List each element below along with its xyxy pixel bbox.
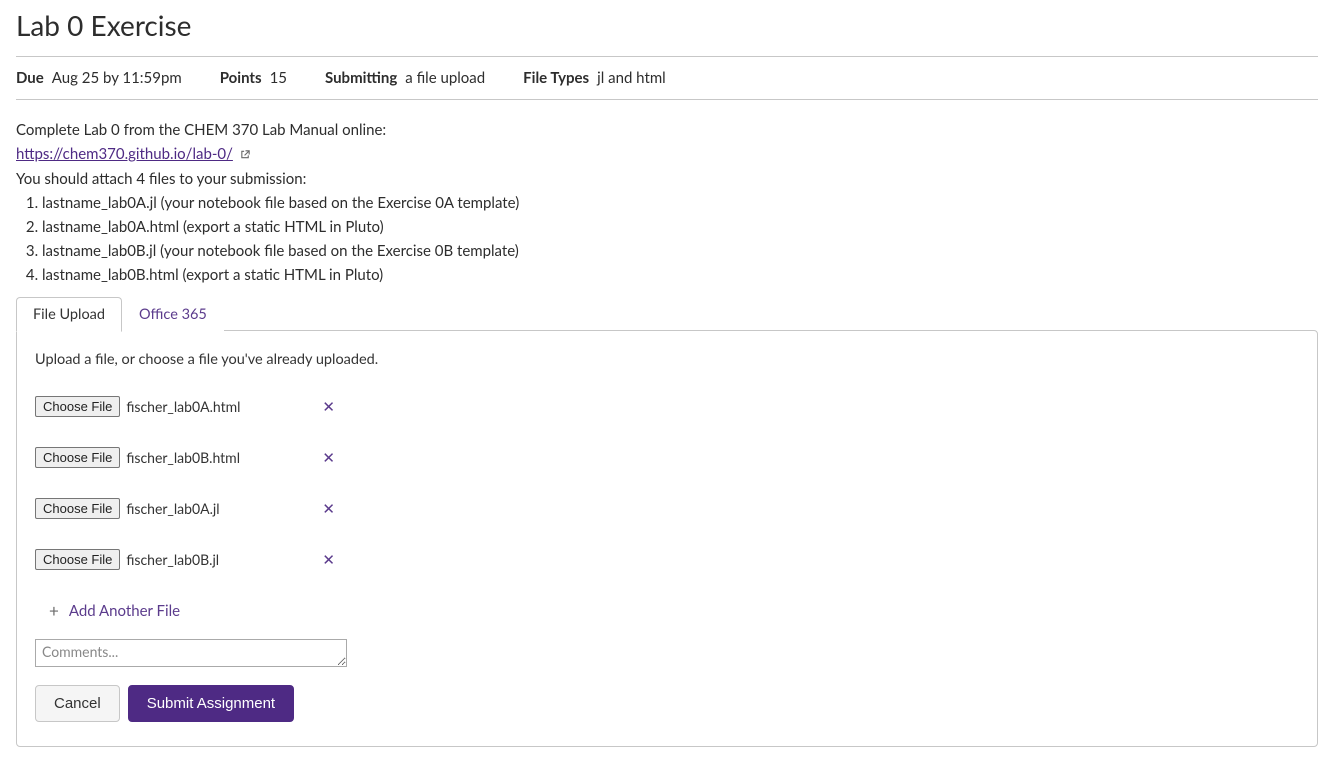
file-row: Choose File fischer_lab0B.jl ✕ <box>35 549 1299 570</box>
remove-file-icon[interactable]: ✕ <box>316 551 341 569</box>
choose-file-button[interactable]: Choose File <box>35 396 120 417</box>
choose-file-button[interactable]: Choose File <box>35 549 120 570</box>
list-item: lastname_lab0B.jl (your notebook file ba… <box>42 239 1318 263</box>
file-name: fischer_lab0B.html <box>126 449 306 466</box>
list-item: lastname_lab0A.jl (your notebook file ba… <box>42 191 1318 215</box>
assignment-meta: Due Aug 25 by 11:59pm Points 15 Submitting… <box>16 57 1318 99</box>
upload-panel: Upload a file, or choose a file you've a… <box>16 330 1318 747</box>
choose-file-button[interactable]: Choose File <box>35 447 120 468</box>
comments-input[interactable] <box>35 639 347 667</box>
description-line: Complete Lab 0 from the CHEM 370 Lab Man… <box>16 118 1318 142</box>
remove-file-icon[interactable]: ✕ <box>316 398 341 416</box>
file-name: fischer_lab0A.html <box>126 398 306 415</box>
tab-file-upload[interactable]: File Upload <box>16 297 122 332</box>
remove-file-icon[interactable]: ✕ <box>316 500 341 518</box>
button-row: Cancel Submit Assignment <box>35 685 1299 722</box>
meta-points-value: 15 <box>270 69 287 87</box>
assignment-description: Complete Lab 0 from the CHEM 370 Lab Man… <box>16 100 1318 297</box>
meta-submitting-value: a file upload <box>405 69 485 87</box>
remove-file-icon[interactable]: ✕ <box>316 449 341 467</box>
list-item: lastname_lab0A.html (export a static HTM… <box>42 215 1318 239</box>
external-link-icon <box>240 143 251 167</box>
file-row: Choose File fischer_lab0A.html ✕ <box>35 396 1299 417</box>
description-line: You should attach 4 files to your submis… <box>16 167 1318 191</box>
file-row: Choose File fischer_lab0A.jl ✕ <box>35 498 1299 519</box>
cancel-button[interactable]: Cancel <box>35 685 120 722</box>
page-title: Lab 0 Exercise <box>16 8 1318 42</box>
meta-filetypes: File Types jl and html <box>523 69 666 87</box>
meta-points-label: Points <box>220 69 262 87</box>
meta-filetypes-value: jl and html <box>597 69 666 87</box>
add-another-file-link[interactable]: + Add Another File <box>49 600 1299 621</box>
required-files-list: lastname_lab0A.jl (your notebook file ba… <box>16 191 1318 287</box>
meta-filetypes-label: File Types <box>523 69 589 87</box>
file-name: fischer_lab0A.jl <box>126 500 306 517</box>
tab-office-365[interactable]: Office 365 <box>122 297 224 331</box>
lab-manual-link[interactable]: https://chem370.github.io/lab-0/ <box>16 145 233 163</box>
list-item: lastname_lab0B.html (export a static HTM… <box>42 263 1318 287</box>
file-row: Choose File fischer_lab0B.html ✕ <box>35 447 1299 468</box>
choose-file-button[interactable]: Choose File <box>35 498 120 519</box>
meta-submitting: Submitting a file upload <box>325 69 485 87</box>
meta-due: Due Aug 25 by 11:59pm <box>16 69 182 87</box>
plus-icon: + <box>49 600 59 621</box>
file-name: fischer_lab0B.jl <box>126 551 306 568</box>
submission-tabs: File Upload Office 365 <box>16 297 1318 331</box>
meta-due-label: Due <box>16 69 44 87</box>
submit-assignment-button[interactable]: Submit Assignment <box>128 685 294 722</box>
upload-hint: Upload a file, or choose a file you've a… <box>35 351 1299 368</box>
add-another-label: Add Another File <box>69 602 180 620</box>
meta-points: Points 15 <box>220 69 287 87</box>
meta-due-value: Aug 25 by 11:59pm <box>52 69 182 87</box>
meta-submitting-label: Submitting <box>325 69 397 87</box>
